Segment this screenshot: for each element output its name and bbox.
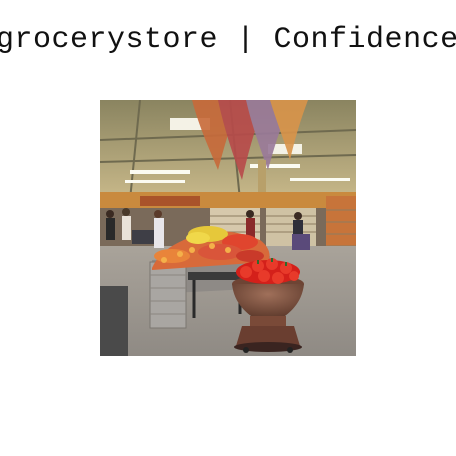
classification-caption: grocerystore | Confidence: — [0, 23, 456, 57]
grocery-store-photo — [100, 100, 356, 356]
